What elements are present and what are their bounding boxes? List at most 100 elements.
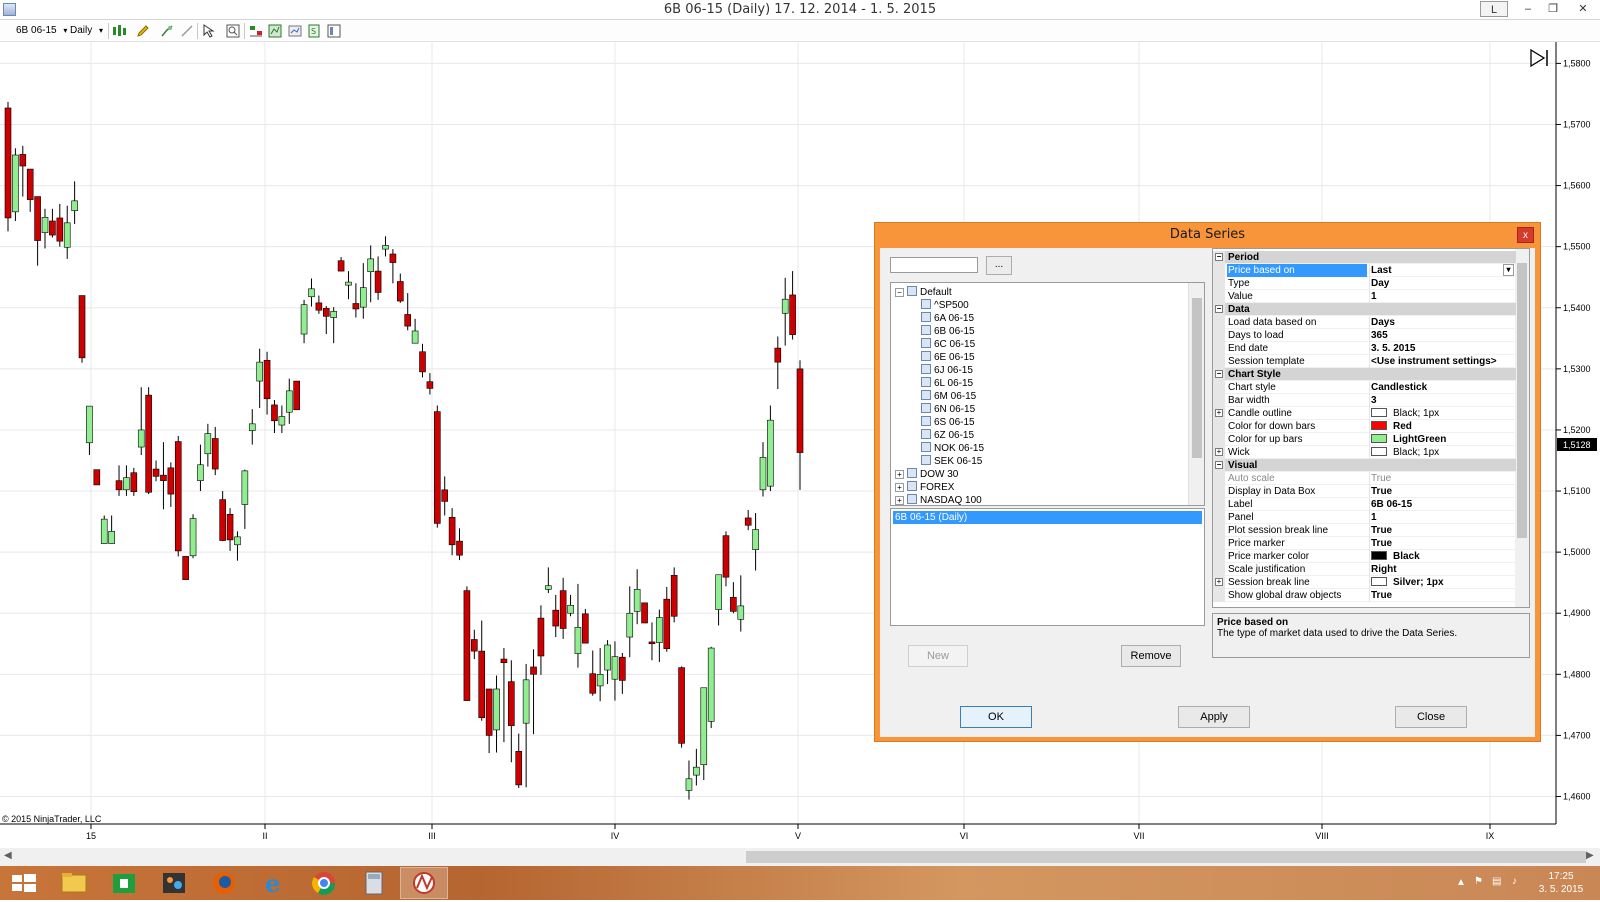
tree-node[interactable]: ^SP500 xyxy=(921,299,969,312)
chart-properties-icon[interactable] xyxy=(288,24,302,38)
property-row[interactable]: + Wick Black; 1px xyxy=(1213,446,1516,459)
instrument-tree[interactable]: − Default ^SP500 6A 06-15 6B 06-15 6C 06-15 6E… xyxy=(890,282,1205,506)
property-value[interactable]: 1 xyxy=(1369,511,1516,524)
dialog-close-icon[interactable]: x xyxy=(1517,227,1534,243)
photo-app-icon[interactable] xyxy=(150,867,198,899)
cursor-icon[interactable] xyxy=(202,24,216,38)
property-value[interactable]: 365 xyxy=(1369,329,1516,342)
property-row[interactable]: Chart style Candlestick xyxy=(1213,381,1516,394)
tree-node[interactable]: 6E 06-15 xyxy=(921,351,975,364)
pencil-draw-icon[interactable] xyxy=(136,24,150,38)
property-value[interactable]: Day xyxy=(1369,277,1516,290)
collapse-icon[interactable]: − xyxy=(1215,370,1223,378)
property-grid-scrollbar[interactable] xyxy=(1515,249,1529,607)
property-row[interactable]: Price marker True xyxy=(1213,537,1516,550)
property-value[interactable]: True xyxy=(1369,485,1516,498)
expand-icon[interactable]: + xyxy=(895,470,904,479)
scrollbar-thumb[interactable] xyxy=(746,851,1586,863)
property-value[interactable]: 6B 06-15 xyxy=(1369,498,1516,511)
tree-node[interactable]: + FOREX xyxy=(895,481,954,494)
tree-node[interactable]: NOK 06-15 xyxy=(921,442,984,455)
property-row[interactable]: Label 6B 06-15 xyxy=(1213,498,1516,511)
expand-icon[interactable]: + xyxy=(1215,448,1223,456)
property-row[interactable]: Price marker color Black xyxy=(1213,550,1516,563)
restore-button[interactable]: ❐ xyxy=(1540,1,1566,18)
properties-panel-icon[interactable] xyxy=(327,24,341,38)
tree-node[interactable]: 6B 06-15 xyxy=(921,325,975,338)
property-row[interactable]: Bar width 3 xyxy=(1213,394,1516,407)
property-row[interactable]: Show global draw objects True xyxy=(1213,589,1516,602)
property-row[interactable]: Session template <Use instrument settings… xyxy=(1213,355,1516,368)
property-row[interactable]: Load data based on Days xyxy=(1213,316,1516,329)
collapse-icon[interactable]: − xyxy=(1215,305,1223,313)
property-value[interactable]: Candlestick xyxy=(1369,381,1516,394)
property-row[interactable]: + Session break line Silver; 1px xyxy=(1213,576,1516,589)
browse-instruments-button[interactable]: ... xyxy=(986,256,1012,275)
property-row[interactable]: Days to load 365 xyxy=(1213,329,1516,342)
property-value[interactable]: LightGreen xyxy=(1369,433,1516,446)
firefox-icon[interactable] xyxy=(200,867,248,899)
indicator-icon[interactable] xyxy=(160,24,174,38)
tree-node[interactable]: + DOW 30 xyxy=(895,468,958,481)
property-value[interactable]: 1 xyxy=(1369,290,1516,303)
tree-node[interactable]: − Default xyxy=(895,286,952,299)
property-row[interactable]: End date 3. 5. 2015 xyxy=(1213,342,1516,355)
tree-node[interactable]: SEK 06-15 xyxy=(921,455,982,468)
property-value[interactable]: Days xyxy=(1369,316,1516,329)
link-button[interactable]: L xyxy=(1480,1,1508,17)
property-category[interactable]: − Visual xyxy=(1213,459,1516,472)
property-value[interactable]: 3. 5. 2015 xyxy=(1369,342,1516,355)
tree-node[interactable]: 6S 06-15 xyxy=(921,416,975,429)
data-series-icon[interactable] xyxy=(249,24,263,38)
property-value[interactable]: <Use instrument settings> xyxy=(1369,355,1516,368)
chrome-icon[interactable] xyxy=(300,867,348,899)
property-row[interactable]: Display in Data Box True xyxy=(1213,485,1516,498)
new-button[interactable]: New xyxy=(908,645,968,667)
calculator-icon[interactable] xyxy=(350,867,398,899)
property-category[interactable]: − Period xyxy=(1213,251,1516,264)
chevron-down-icon[interactable]: ▾ xyxy=(1503,264,1514,276)
chart-horizontal-scrollbar[interactable]: ◀ ▶ xyxy=(0,848,1600,866)
tray-chevron-icon[interactable]: ▲ xyxy=(1456,876,1466,889)
property-category[interactable]: − Chart Style xyxy=(1213,368,1516,381)
file-explorer-icon[interactable] xyxy=(50,867,98,899)
scroll-right-icon[interactable]: ▶ xyxy=(1586,850,1594,861)
property-row[interactable]: Value 1 xyxy=(1213,290,1516,303)
collapse-icon[interactable]: − xyxy=(895,288,904,297)
property-value[interactable]: True xyxy=(1369,589,1516,602)
collapse-icon[interactable]: − xyxy=(1215,461,1223,469)
tree-scrollbar[interactable] xyxy=(1188,283,1204,505)
property-value[interactable]: Silver; 1px xyxy=(1369,576,1516,589)
property-value[interactable]: True xyxy=(1369,537,1516,550)
property-category[interactable]: − Data xyxy=(1213,303,1516,316)
property-value[interactable]: True xyxy=(1369,472,1516,485)
property-grid[interactable]: − Period Price based on Last ▾ Type Day Value 1−… xyxy=(1212,248,1530,608)
tree-node[interactable]: 6Z 06-15 xyxy=(921,429,974,442)
tree-node[interactable]: 6M 06-15 xyxy=(921,390,976,403)
property-value[interactable]: Red xyxy=(1369,420,1516,433)
property-value[interactable]: True xyxy=(1369,524,1516,537)
close-window-button[interactable]: ✕ xyxy=(1570,1,1596,18)
instrument-search-input[interactable] xyxy=(890,257,978,273)
property-value[interactable]: Black xyxy=(1369,550,1516,563)
internet-explorer-icon[interactable]: e xyxy=(250,867,298,899)
tree-node[interactable]: 6L 06-15 xyxy=(921,377,973,390)
property-value[interactable]: Last ▾ xyxy=(1369,264,1516,277)
tree-node[interactable]: 6A 06-15 xyxy=(921,312,974,325)
expand-icon[interactable]: + xyxy=(895,496,904,505)
property-row[interactable]: Type Day xyxy=(1213,277,1516,290)
property-row[interactable]: + Candle outline Black; 1px xyxy=(1213,407,1516,420)
bar-type-icon[interactable] xyxy=(112,24,126,38)
series-list-item[interactable]: 6B 06-15 (Daily) xyxy=(893,511,1202,524)
strategy-icon[interactable] xyxy=(180,24,194,38)
property-row[interactable]: Color for down bars Red xyxy=(1213,420,1516,433)
clock[interactable]: 17:25 3. 5. 2015 xyxy=(1536,870,1586,896)
tree-node[interactable]: + NASDAQ 100 xyxy=(895,494,982,505)
property-value[interactable]: Black; 1px xyxy=(1369,446,1516,459)
close-button[interactable]: Close xyxy=(1395,706,1467,728)
property-value[interactable]: Black; 1px xyxy=(1369,407,1516,420)
instrument-selector[interactable]: 6B 06-15 ▾ xyxy=(16,23,67,39)
start-button[interactable] xyxy=(0,867,48,899)
ok-button[interactable]: OK xyxy=(960,706,1032,728)
collapse-icon[interactable]: − xyxy=(1215,253,1223,261)
